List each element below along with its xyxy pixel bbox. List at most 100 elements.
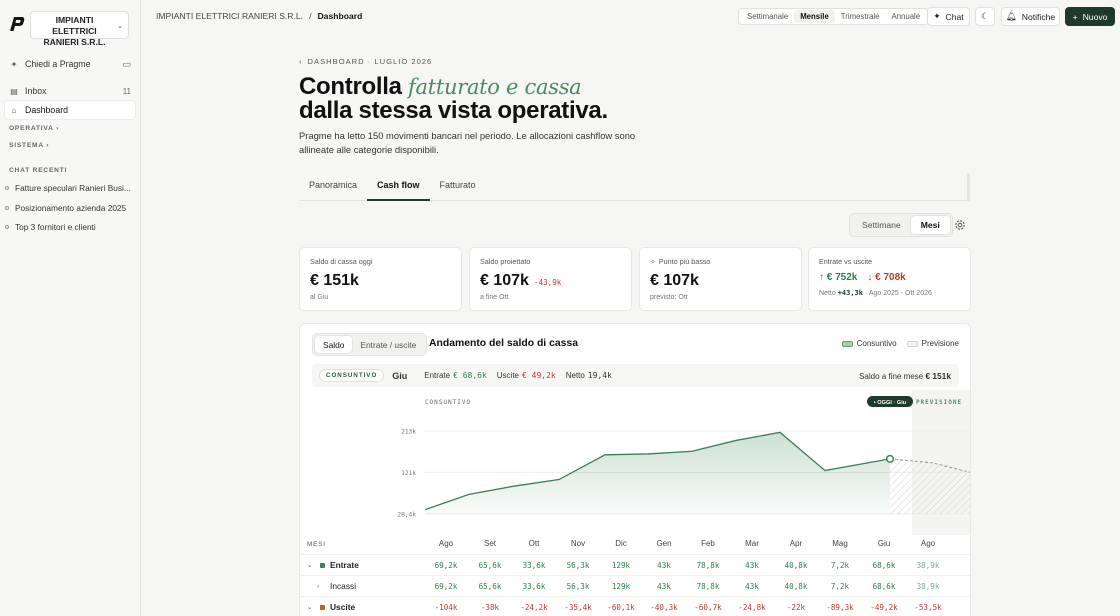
company-switcher[interactable]: IMPIANTI ELETTRICI RANIERI S.R.L. ⌄: [30, 11, 129, 47]
table-head-month: Apr: [789, 539, 803, 548]
table-cell: 7,2k: [830, 561, 850, 570]
table-cell: 40,8k: [784, 582, 808, 591]
granularity-months[interactable]: Mesi: [910, 216, 950, 234]
chat-item[interactable]: Top 3 fornitori e clienti: [5, 219, 135, 235]
section-chat-recenti: CHAT RECENTI: [9, 167, 68, 174]
tab-fatturato[interactable]: Fatturato: [430, 173, 486, 200]
inbox-count: 11: [122, 86, 131, 96]
tab-cash-flow[interactable]: Cash flow: [367, 173, 430, 201]
tabs-scrollbar[interactable]: [967, 173, 970, 200]
y-tick-label: 213k: [401, 429, 416, 436]
mode-saldo[interactable]: Saldo: [315, 336, 353, 353]
table-cell: 129k: [611, 582, 631, 591]
legend-actual: Consuntivo: [841, 339, 897, 348]
kpi-sub: a fine Ott: [480, 294, 509, 301]
theme-toggle[interactable]: ☾: [975, 7, 995, 26]
chart-title: Andamento del saldo di cassa: [429, 338, 578, 349]
ask-pragme-button[interactable]: ✦ Chiedi a Pragme ▭: [5, 55, 135, 73]
chat-item[interactable]: Fatture speculari Ranieri Busi...: [5, 180, 135, 196]
table-head-month: Ago: [438, 539, 454, 548]
table-cell: 69,2k: [434, 582, 458, 591]
table-cell: -89,3k: [826, 603, 854, 612]
chat-dot-icon: [5, 206, 9, 210]
arrow-up-icon: ↑: [819, 272, 824, 283]
mode-in-out[interactable]: Entrate / uscite: [352, 336, 424, 353]
notifications-button[interactable]: 🔔︎ Notifiche: [1001, 7, 1060, 26]
tab-panoramica[interactable]: Panoramica: [299, 173, 367, 200]
sidebar: IMPIANTI ELETTRICI RANIERI S.R.L. ⌄ ✦ Chi…: [0, 0, 141, 616]
strip-in-value: € 68,6k: [453, 371, 487, 380]
legend-forecast: Previsione: [906, 339, 959, 348]
section-sistema[interactable]: SISTEMA ›: [9, 142, 49, 149]
new-chat-icon[interactable]: ▭: [122, 59, 131, 70]
table-head-month: Ago: [920, 539, 936, 548]
table-head-month: Dic: [615, 539, 627, 548]
table-cell: -35,4k: [564, 603, 592, 612]
granularity-weeks[interactable]: Settimane: [852, 216, 911, 234]
chevron-right-icon[interactable]: ›: [317, 583, 325, 590]
strip-end-value: € 151k: [925, 370, 951, 381]
period-weekly[interactable]: Settimanale: [741, 10, 794, 23]
section-label: OPERATIVA: [9, 125, 54, 132]
cash-balance-chart: 213k 121k 28,4k • OGGI · Giu CONSUNTIVO PREVI…: [397, 390, 970, 535]
sparkle-icon: ✦: [10, 59, 18, 69]
period-monthly[interactable]: Mensile: [794, 10, 835, 23]
strip-net-label: Netto: [565, 371, 585, 380]
today-badge-label: • OGGI · Giu: [874, 400, 907, 406]
table-cell: 56,3k: [566, 561, 590, 570]
chevron-right-icon: ›: [46, 142, 50, 149]
table-row-entrate[interactable]: ⌄ Entrate 69,2k 65,6k 33,6k 56,3k 129k 43k 78,8…: [300, 554, 970, 575]
series-swatch: [320, 604, 325, 610]
gear-icon[interactable]: [953, 218, 967, 232]
table-cell: -60,7k: [694, 603, 722, 612]
sidebar-item-dashboard[interactable]: ⌂ Dashboard: [5, 101, 135, 119]
eyebrow-text: DASHBOARD · LUGLIO 2026: [307, 57, 433, 66]
chevron-down-icon: ⌄: [117, 23, 123, 30]
pragme-logo: [10, 17, 25, 31]
table-cell: 129k: [611, 561, 631, 570]
table-cell: 38,9k: [916, 561, 940, 570]
chart-mode-toggle: Saldo Entrate / uscite: [312, 333, 428, 356]
period-quarterly[interactable]: Trimestrale: [835, 10, 886, 23]
sidebar-item-inbox[interactable]: ▤ Inbox 11: [5, 82, 135, 100]
chat-item[interactable]: Posizionamento azienda 2025: [5, 200, 135, 216]
table-cell: -40,3k: [650, 603, 678, 612]
month-summary-strip: CONSUNTIVO Giu Entrate € 68,6k Uscite € 49…: [312, 364, 959, 387]
chat-button[interactable]: ✦ Chat: [927, 7, 970, 26]
kpi-label: Entrate vs uscite: [819, 257, 873, 266]
table-cell: 33,6k: [522, 582, 546, 591]
breadcrumb-company[interactable]: IMPIANTI ELETTRICI RANIERI S.R.L.: [156, 11, 303, 21]
table-head-month: Feb: [701, 539, 715, 548]
chat-title: Fatture speculari Ranieri Busi...: [15, 183, 131, 193]
chevron-down-icon[interactable]: ⌄: [307, 561, 315, 569]
strip-out-value: € 49,2k: [522, 371, 556, 380]
today-marker[interactable]: [886, 454, 895, 463]
chevron-down-icon[interactable]: ⌄: [307, 603, 315, 611]
row-label: Uscite: [330, 602, 356, 612]
chat-dot-icon: [5, 186, 9, 190]
kpi-range: Ago 2025 - Ott 2026: [868, 290, 932, 297]
kpi-sub: al Giu: [310, 294, 329, 301]
table-head-month: Set: [483, 539, 496, 548]
strip-in-label: Entrate: [424, 371, 451, 380]
title-part-1: Controlla: [299, 73, 402, 100]
chevron-left-icon[interactable]: ‹: [299, 57, 303, 66]
table-row-uscite[interactable]: ⌄ Uscite -104k -38k -24,2k -35,4k -60,1k -40,3…: [300, 596, 970, 616]
table-cell: -38k: [480, 603, 500, 612]
section-operativa[interactable]: OPERATIVA ›: [9, 125, 59, 132]
breadcrumb-current: Dashboard: [317, 11, 363, 21]
period-yearly[interactable]: Annuale: [886, 10, 927, 23]
moon-icon: ☾: [981, 11, 989, 21]
page-lead: Pragme ha letto 150 movimenti bancari ne…: [299, 130, 636, 155]
new-button[interactable]: + Nuovo: [1065, 7, 1115, 26]
table-cell: 38,9k: [916, 582, 940, 591]
dashboard-tabs: Panoramica Cash flow Fatturato: [299, 173, 970, 201]
table-cell: 43k: [657, 582, 671, 591]
actual-area: [425, 432, 890, 514]
strip-end-label: Saldo a fine mese: [859, 371, 924, 381]
kpi-value: € 107k: [480, 272, 529, 289]
inbox-icon: ▤: [10, 86, 18, 96]
table-row-incassi[interactable]: › Incassi 69,2k 65,6k 33,6k 56,3k 129k 43k 78,8…: [300, 575, 970, 596]
table-head-month: Gen: [656, 539, 672, 548]
table-head-label: MESI: [307, 541, 326, 548]
